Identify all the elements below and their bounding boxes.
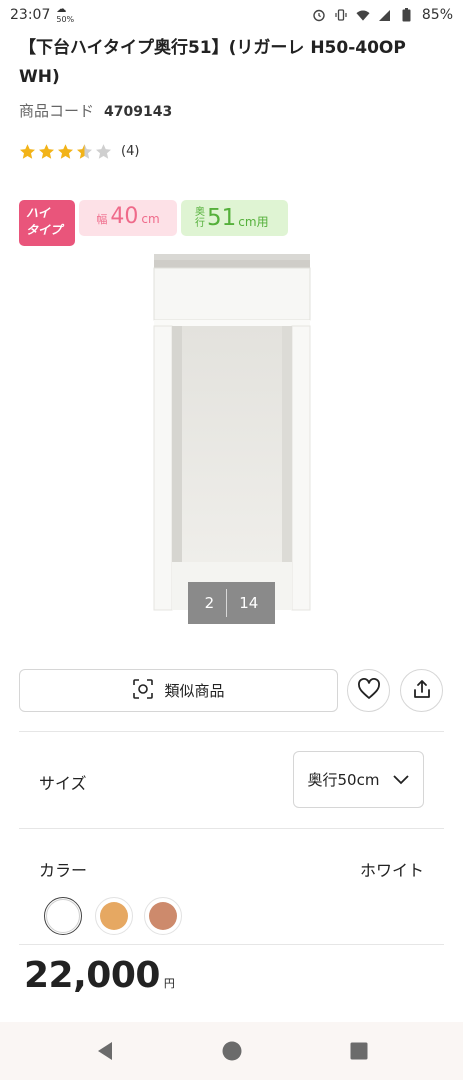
alarm-icon <box>312 8 326 22</box>
favorite-button[interactable] <box>347 669 390 712</box>
swatch-dot <box>46 899 80 933</box>
star-icon <box>95 143 112 160</box>
high-type-line1: ハイ <box>26 206 50 220</box>
price-amount: 22,000 <box>24 955 160 996</box>
home-icon[interactable] <box>221 1040 243 1062</box>
share-button[interactable] <box>400 669 443 712</box>
price-currency: 円 <box>163 977 175 990</box>
width-value: 40 <box>110 204 139 229</box>
product-code-value: 4709143 <box>104 104 173 120</box>
divider <box>19 944 444 945</box>
swatch-dot <box>100 902 128 930</box>
image-counter: 2 14 <box>188 582 275 624</box>
divider <box>19 731 444 732</box>
color-selected-name: ホワイト <box>359 861 424 880</box>
depth-badge: 奥行 51 cm用 <box>181 200 288 236</box>
swatch-dot <box>149 902 177 930</box>
signal-icon <box>378 8 392 22</box>
image-counter-divider <box>226 589 228 617</box>
width-unit: cm <box>141 212 160 226</box>
share-icon <box>411 678 433 704</box>
heart-icon <box>357 677 381 704</box>
color-swatch-white[interactable] <box>44 897 82 935</box>
star-icon <box>57 143 74 160</box>
battery-percent: 85% <box>421 7 453 23</box>
status-bar: 23:07 ☁ 50% 85% <box>0 0 463 30</box>
similar-products-button[interactable]: 類似商品 <box>19 669 338 712</box>
rating[interactable]: (4) <box>19 143 139 160</box>
size-select-value: 奥行50cm <box>307 771 380 789</box>
product-image[interactable] <box>150 252 315 614</box>
depth-label: 奥行 <box>195 207 205 229</box>
visual-search-icon <box>132 678 154 704</box>
image-counter-total: 14 <box>239 594 259 612</box>
high-type-line2: タイプ <box>26 223 63 237</box>
product-title: 【下台ハイタイプ奥行51】(リガーレ H50-40OP WH) <box>19 38 406 87</box>
color-swatch-light-wood[interactable] <box>95 897 133 935</box>
product-code: 商品コード 4709143 <box>19 100 172 121</box>
rating-stars <box>19 143 112 160</box>
image-counter-current: 2 <box>204 594 215 612</box>
status-icons: 85% <box>312 7 453 23</box>
color-swatch-dark-wood[interactable] <box>144 897 182 935</box>
product-code-label: 商品コード <box>19 102 95 120</box>
depth-unit: cm用 <box>238 214 269 229</box>
rating-count[interactable]: (4) <box>121 144 139 159</box>
wifi-icon <box>356 8 370 22</box>
divider <box>19 828 444 829</box>
width-label: 幅 <box>96 213 108 226</box>
depth-value: 51 <box>207 205 237 231</box>
star-icon <box>76 143 93 160</box>
battery-icon <box>400 8 414 22</box>
price: 22,000 円 <box>24 955 175 996</box>
notification-text: 50% <box>56 15 75 24</box>
color-label: カラー <box>39 861 88 880</box>
high-type-badge: ハイ タイプ <box>19 200 75 246</box>
size-label: サイズ <box>39 774 87 793</box>
chevron-down-icon <box>393 771 410 789</box>
back-icon[interactable] <box>94 1040 116 1062</box>
status-time: 23:07 <box>10 7 51 23</box>
notification-icon: ☁ 50% <box>56 4 75 25</box>
vibrate-icon <box>334 8 348 22</box>
width-badge: 幅 40 cm <box>79 200 177 236</box>
star-icon <box>38 143 55 160</box>
recents-icon[interactable] <box>348 1040 370 1062</box>
size-select[interactable]: 奥行50cm <box>293 751 424 808</box>
feature-badges: ハイ タイプ 幅 40 cm 奥行 51 cm用 <box>19 200 288 246</box>
similar-products-label: 類似商品 <box>164 682 225 700</box>
system-nav-bar <box>0 1022 463 1080</box>
star-icon <box>19 143 36 160</box>
